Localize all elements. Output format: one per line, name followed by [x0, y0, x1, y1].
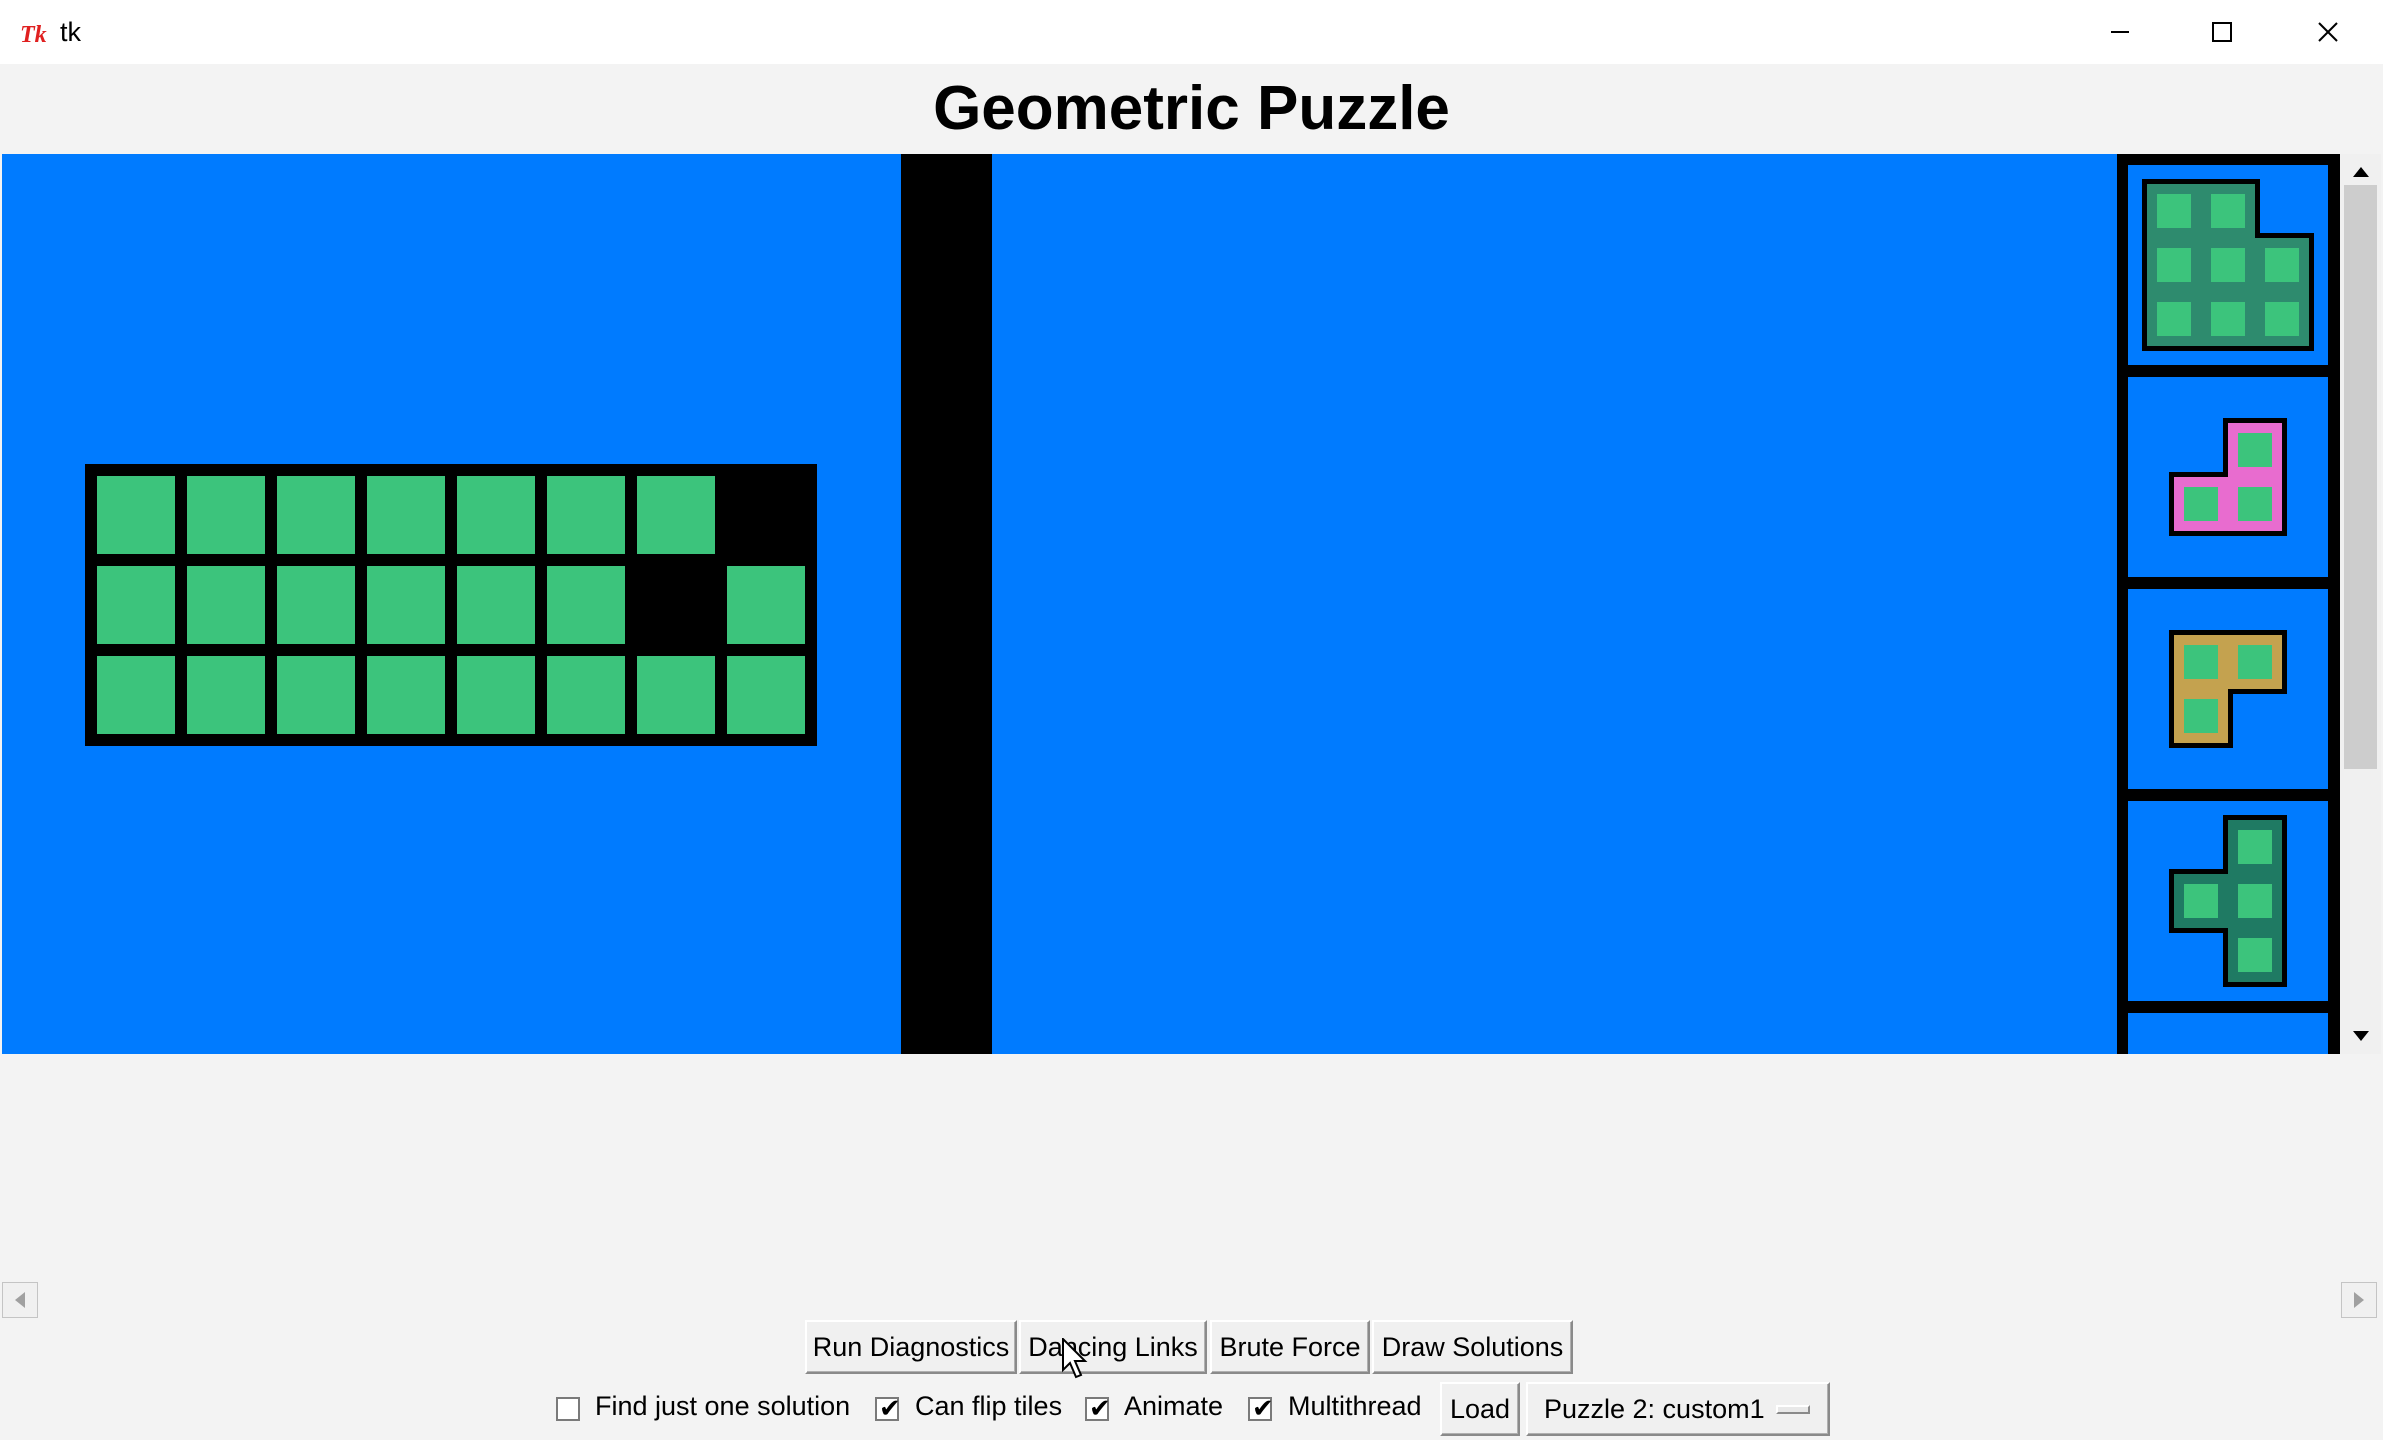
minimize-icon: [2111, 31, 2129, 33]
brute-force-button[interactable]: Brute Force: [1210, 1320, 1370, 1374]
find-one-checkbox[interactable]: [556, 1397, 580, 1421]
board-cell[interactable]: [277, 476, 355, 554]
board-cell[interactable]: [637, 656, 715, 734]
board-cell[interactable]: [457, 656, 535, 734]
piece-3[interactable]: [2169, 630, 2287, 748]
board-cell[interactable]: [187, 476, 265, 554]
multithread-check-mark: ✔: [1252, 1393, 1274, 1423]
dancing-links-button[interactable]: Dancing Links: [1019, 1320, 1207, 1374]
board-cell[interactable]: [97, 476, 175, 554]
page-title: Geometric Puzzle: [933, 74, 1450, 143]
board-cell[interactable]: [547, 476, 625, 554]
scroll-right-icon: [2354, 1292, 2364, 1308]
svg-text:Tk: Tk: [20, 22, 47, 48]
run-diagnostics-button[interactable]: Run Diagnostics: [805, 1320, 1017, 1374]
solution-canvas[interactable]: [992, 154, 2117, 1054]
piece-square: [2238, 938, 2272, 972]
board-cell[interactable]: [97, 656, 175, 734]
piece-square: [2238, 487, 2272, 521]
animate-check-mark: ✔: [1089, 1393, 1111, 1423]
divider: [901, 154, 992, 1054]
piece-square: [2238, 645, 2272, 679]
multithread-label[interactable]: Multithread: [1288, 1391, 1422, 1422]
piece-4[interactable]: [2169, 815, 2287, 987]
piece-square: [2157, 302, 2191, 336]
title-bar: [0, 0, 2383, 64]
load-button[interactable]: Load: [1440, 1382, 1520, 1436]
board-cell[interactable]: [727, 566, 805, 644]
maximize-icon: [2212, 22, 2232, 42]
draw-solutions-button[interactable]: Draw Solutions: [1372, 1320, 1573, 1374]
scroll-up-icon[interactable]: [2352, 166, 2370, 178]
board-cell[interactable]: [457, 476, 535, 554]
animate-label[interactable]: Animate: [1124, 1391, 1223, 1422]
piece-square: [2184, 487, 2218, 521]
piece-square: [2265, 302, 2299, 336]
board-cell[interactable]: [727, 656, 805, 734]
scroll-left-icon: [15, 1292, 25, 1308]
piece-square: [2184, 884, 2218, 918]
board-cell[interactable]: [367, 566, 445, 644]
can-flip-label[interactable]: Can flip tiles: [915, 1391, 1062, 1422]
animate-checkbox[interactable]: ✔: [1085, 1393, 1111, 1423]
close-button[interactable]: [2278, 0, 2378, 64]
piece-square: [2238, 433, 2272, 467]
puzzle-select[interactable]: Puzzle 2: custom1: [1526, 1382, 1830, 1436]
maximize-button[interactable]: [2172, 0, 2272, 64]
piece-1[interactable]: [2142, 179, 2314, 351]
piece-square: [2238, 830, 2272, 864]
board-cell[interactable]: [97, 566, 175, 644]
piece-tray[interactable]: [2117, 154, 2340, 1054]
scrollbar-thumb[interactable]: [2344, 185, 2377, 769]
minimize-button[interactable]: [2070, 0, 2170, 64]
window-title: tk: [60, 17, 82, 47]
find-one-label[interactable]: Find just one solution: [595, 1391, 850, 1422]
piece-square: [2184, 645, 2218, 679]
board-cell[interactable]: [547, 656, 625, 734]
board-cell[interactable]: [277, 566, 355, 644]
piece-square: [2211, 302, 2245, 336]
scroll-left-button[interactable]: [2, 1282, 38, 1318]
scroll-down-icon[interactable]: [2352, 1030, 2370, 1042]
can-flip-checkbox[interactable]: ✔: [875, 1393, 901, 1423]
board-cell[interactable]: [637, 476, 715, 554]
piece-square: [2157, 194, 2191, 228]
scroll-right-button[interactable]: [2341, 1282, 2377, 1318]
board-cell[interactable]: [277, 656, 355, 734]
tk-logo-icon: Tk: [20, 18, 56, 48]
piece-square: [2211, 248, 2245, 282]
board-canvas[interactable]: [2, 154, 901, 1054]
piece-square: [2265, 248, 2299, 282]
puzzle-select-value: Puzzle 2: custom1: [1544, 1394, 1765, 1424]
board-cell[interactable]: [187, 656, 265, 734]
board-cell[interactable]: [367, 476, 445, 554]
mouse-cursor-icon: [1062, 1336, 1088, 1380]
piece-square: [2184, 699, 2218, 733]
board-cell[interactable]: [367, 656, 445, 734]
piece-square: [2238, 884, 2272, 918]
piece-2[interactable]: [2169, 418, 2287, 536]
board-cell[interactable]: [457, 566, 535, 644]
board-cell[interactable]: [547, 566, 625, 644]
option-menu-indicator-icon: [1776, 1405, 1810, 1414]
board-grid[interactable]: [2, 154, 901, 1054]
close-icon: [2318, 22, 2338, 42]
can-flip-check-mark: ✔: [879, 1393, 901, 1423]
tray-pieces[interactable]: [2117, 154, 2340, 1054]
multithread-checkbox[interactable]: ✔: [1248, 1393, 1274, 1423]
board-cell[interactable]: [187, 566, 265, 644]
piece-square: [2211, 194, 2245, 228]
piece-square: [2157, 248, 2191, 282]
